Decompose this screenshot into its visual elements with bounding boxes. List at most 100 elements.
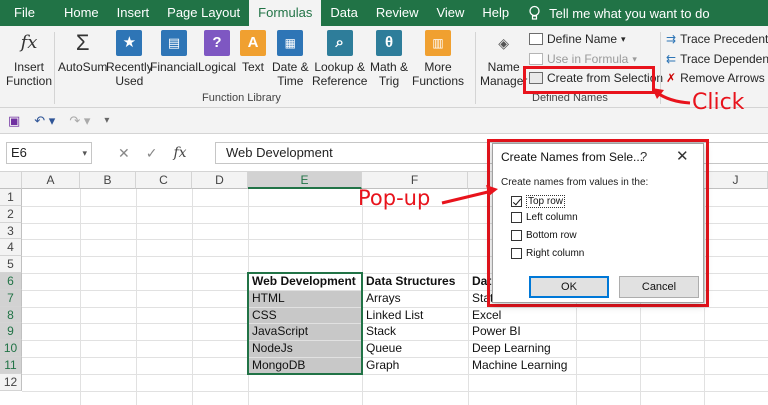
click-highlight-frame bbox=[523, 66, 655, 94]
chevron-down-icon: ▾ bbox=[82, 148, 87, 158]
create-names-dialog: Create Names from Sele... ? ✕ Create nam… bbox=[492, 143, 704, 303]
row-header-7[interactable]: 7 bbox=[0, 289, 22, 307]
tab-home[interactable]: Home bbox=[55, 0, 108, 26]
insert-function-button[interactable]: fx Insert Function bbox=[6, 30, 52, 89]
math-trig-button[interactable]: θ Math & Trig bbox=[370, 30, 408, 88]
close-icon[interactable]: ✕ bbox=[676, 147, 689, 165]
financial-button[interactable]: ▤ Financial bbox=[150, 30, 198, 74]
cancel-icon[interactable]: ✕ bbox=[118, 145, 130, 162]
cell-f9[interactable]: Stack bbox=[363, 324, 468, 340]
column-header-j[interactable]: J bbox=[704, 172, 768, 189]
name-box[interactable]: E6 ▾ bbox=[6, 142, 92, 164]
column-header-a[interactable]: A bbox=[22, 172, 80, 189]
row-header-5[interactable]: 5 bbox=[0, 256, 22, 273]
remove-arrows-button[interactable]: ✗ Remove Arrows bbox=[666, 71, 765, 85]
ribbon-separator bbox=[660, 32, 661, 104]
cell-f8[interactable]: Linked List bbox=[363, 308, 468, 324]
autosum-button[interactable]: Σ AutoSum bbox=[58, 30, 107, 75]
gridline-horizontal bbox=[22, 373, 768, 375]
undo-icon[interactable]: ↶ ▾ bbox=[34, 113, 55, 129]
tab-insert[interactable]: Insert bbox=[108, 0, 159, 26]
tab-review[interactable]: Review bbox=[367, 0, 428, 26]
recently-used-button[interactable]: ★ Recently Used bbox=[106, 30, 153, 88]
tab-file[interactable]: File bbox=[0, 0, 55, 26]
redo-icon[interactable]: ↷ ▾ bbox=[69, 113, 90, 129]
insert-function-icon[interactable]: fx bbox=[173, 145, 186, 161]
cell-g9[interactable]: Power BI bbox=[469, 324, 576, 340]
ribbon-tab-bar: File Home Insert Page Layout Formulas Da… bbox=[0, 0, 768, 26]
gridline-vertical bbox=[192, 189, 193, 405]
function-library-label: Function Library bbox=[202, 92, 281, 104]
define-name-button[interactable]: Define Name ▾ bbox=[529, 32, 626, 46]
trace-dependents-button[interactable]: ⇇ Trace Dependents bbox=[666, 52, 768, 66]
click-annotation: Click bbox=[692, 90, 745, 115]
row-header-3[interactable]: 3 bbox=[0, 222, 22, 240]
define-name-icon bbox=[529, 33, 543, 45]
selection-range bbox=[247, 272, 363, 375]
formula-controls: ✕ ✓ fx bbox=[118, 142, 187, 164]
row-header-8[interactable]: 8 bbox=[0, 306, 22, 324]
popup-annotation: Pop-up bbox=[358, 186, 431, 210]
cell-f6[interactable]: Data Structures bbox=[363, 274, 468, 290]
chevron-down-icon: ▾ bbox=[621, 33, 626, 44]
date-time-button[interactable]: ▦ Date & Time bbox=[272, 30, 309, 88]
logical-icon: ? bbox=[204, 30, 231, 56]
column-header-b[interactable]: B bbox=[80, 172, 136, 189]
right-column-checkbox[interactable]: Right column bbox=[511, 248, 584, 259]
tab-formulas[interactable]: Formulas bbox=[249, 0, 322, 26]
cell-g11[interactable]: Machine Learning bbox=[469, 358, 576, 374]
financial-book-icon: ▤ bbox=[161, 30, 188, 56]
row-header-4[interactable]: 4 bbox=[0, 239, 22, 257]
left-column-checkbox[interactable]: Left column bbox=[511, 212, 578, 223]
cancel-button[interactable]: Cancel bbox=[619, 276, 699, 298]
star-icon: ★ bbox=[116, 30, 143, 56]
cell-f7[interactable]: Arrays bbox=[363, 291, 468, 307]
checkbox-empty-icon bbox=[511, 230, 522, 241]
cell-f11[interactable]: Graph bbox=[363, 358, 468, 374]
tell-me-search[interactable]: Tell me what you want to do bbox=[528, 5, 710, 21]
tab-page-layout[interactable]: Page Layout bbox=[158, 0, 249, 26]
magnifier-icon: ⌕ bbox=[326, 30, 353, 56]
checkbox-empty-icon bbox=[511, 248, 522, 259]
gridline-horizontal bbox=[22, 390, 768, 392]
tab-data[interactable]: Data bbox=[321, 0, 366, 26]
name-manager-button[interactable]: ◈ Name Manager bbox=[480, 30, 527, 88]
cell-f10[interactable]: Queue bbox=[363, 341, 468, 357]
save-icon[interactable]: ▣ bbox=[8, 113, 20, 129]
row-header-2[interactable]: 2 bbox=[0, 205, 22, 223]
logical-button[interactable]: ? Logical bbox=[198, 30, 236, 74]
row-header-12[interactable]: 12 bbox=[0, 373, 22, 391]
use-in-formula-icon bbox=[529, 53, 543, 65]
column-header-d[interactable]: D bbox=[192, 172, 248, 189]
enter-icon[interactable]: ✓ bbox=[146, 145, 158, 162]
calendar-icon: ▦ bbox=[277, 30, 304, 56]
select-all-corner[interactable] bbox=[0, 172, 22, 189]
text-button[interactable]: A Text bbox=[240, 30, 266, 74]
tab-help[interactable]: Help bbox=[473, 0, 518, 26]
trace-precedents-button[interactable]: ⇉ Trace Precedents bbox=[666, 32, 768, 46]
more-functions-button[interactable]: ▥ More Functions bbox=[412, 30, 464, 88]
cell-g10[interactable]: Deep Learning bbox=[469, 341, 576, 357]
remove-arrows-icon: ✗ bbox=[666, 71, 677, 85]
excel-window: File Home Insert Page Layout Formulas Da… bbox=[0, 0, 768, 405]
ok-button[interactable]: OK bbox=[529, 276, 609, 298]
bottom-row-checkbox[interactable]: Bottom row bbox=[511, 230, 577, 241]
checkbox-empty-icon bbox=[511, 212, 522, 223]
row-header-6[interactable]: 6 bbox=[0, 273, 22, 290]
tab-view[interactable]: View bbox=[427, 0, 473, 26]
top-row-checkbox[interactable]: Top row bbox=[511, 195, 566, 208]
ribbon-separator bbox=[475, 32, 476, 104]
row-header-1[interactable]: 1 bbox=[0, 189, 22, 206]
cell-g8[interactable]: Excel bbox=[469, 308, 576, 324]
row-header-9[interactable]: 9 bbox=[0, 323, 22, 341]
customize-toolbar-icon[interactable]: ▾ bbox=[104, 115, 109, 126]
column-header-e[interactable]: E bbox=[248, 172, 362, 189]
help-icon[interactable]: ? bbox=[640, 149, 647, 164]
row-header-10[interactable]: 10 bbox=[0, 340, 22, 357]
lookup-reference-button[interactable]: ⌕ Lookup & Reference bbox=[312, 30, 367, 88]
row-header-11[interactable]: 11 bbox=[0, 357, 22, 374]
column-header-c[interactable]: C bbox=[136, 172, 192, 189]
gridline-vertical bbox=[80, 189, 81, 405]
dialog-subtitle: Create names from values in the: bbox=[501, 177, 649, 188]
theta-icon: θ bbox=[376, 30, 402, 56]
